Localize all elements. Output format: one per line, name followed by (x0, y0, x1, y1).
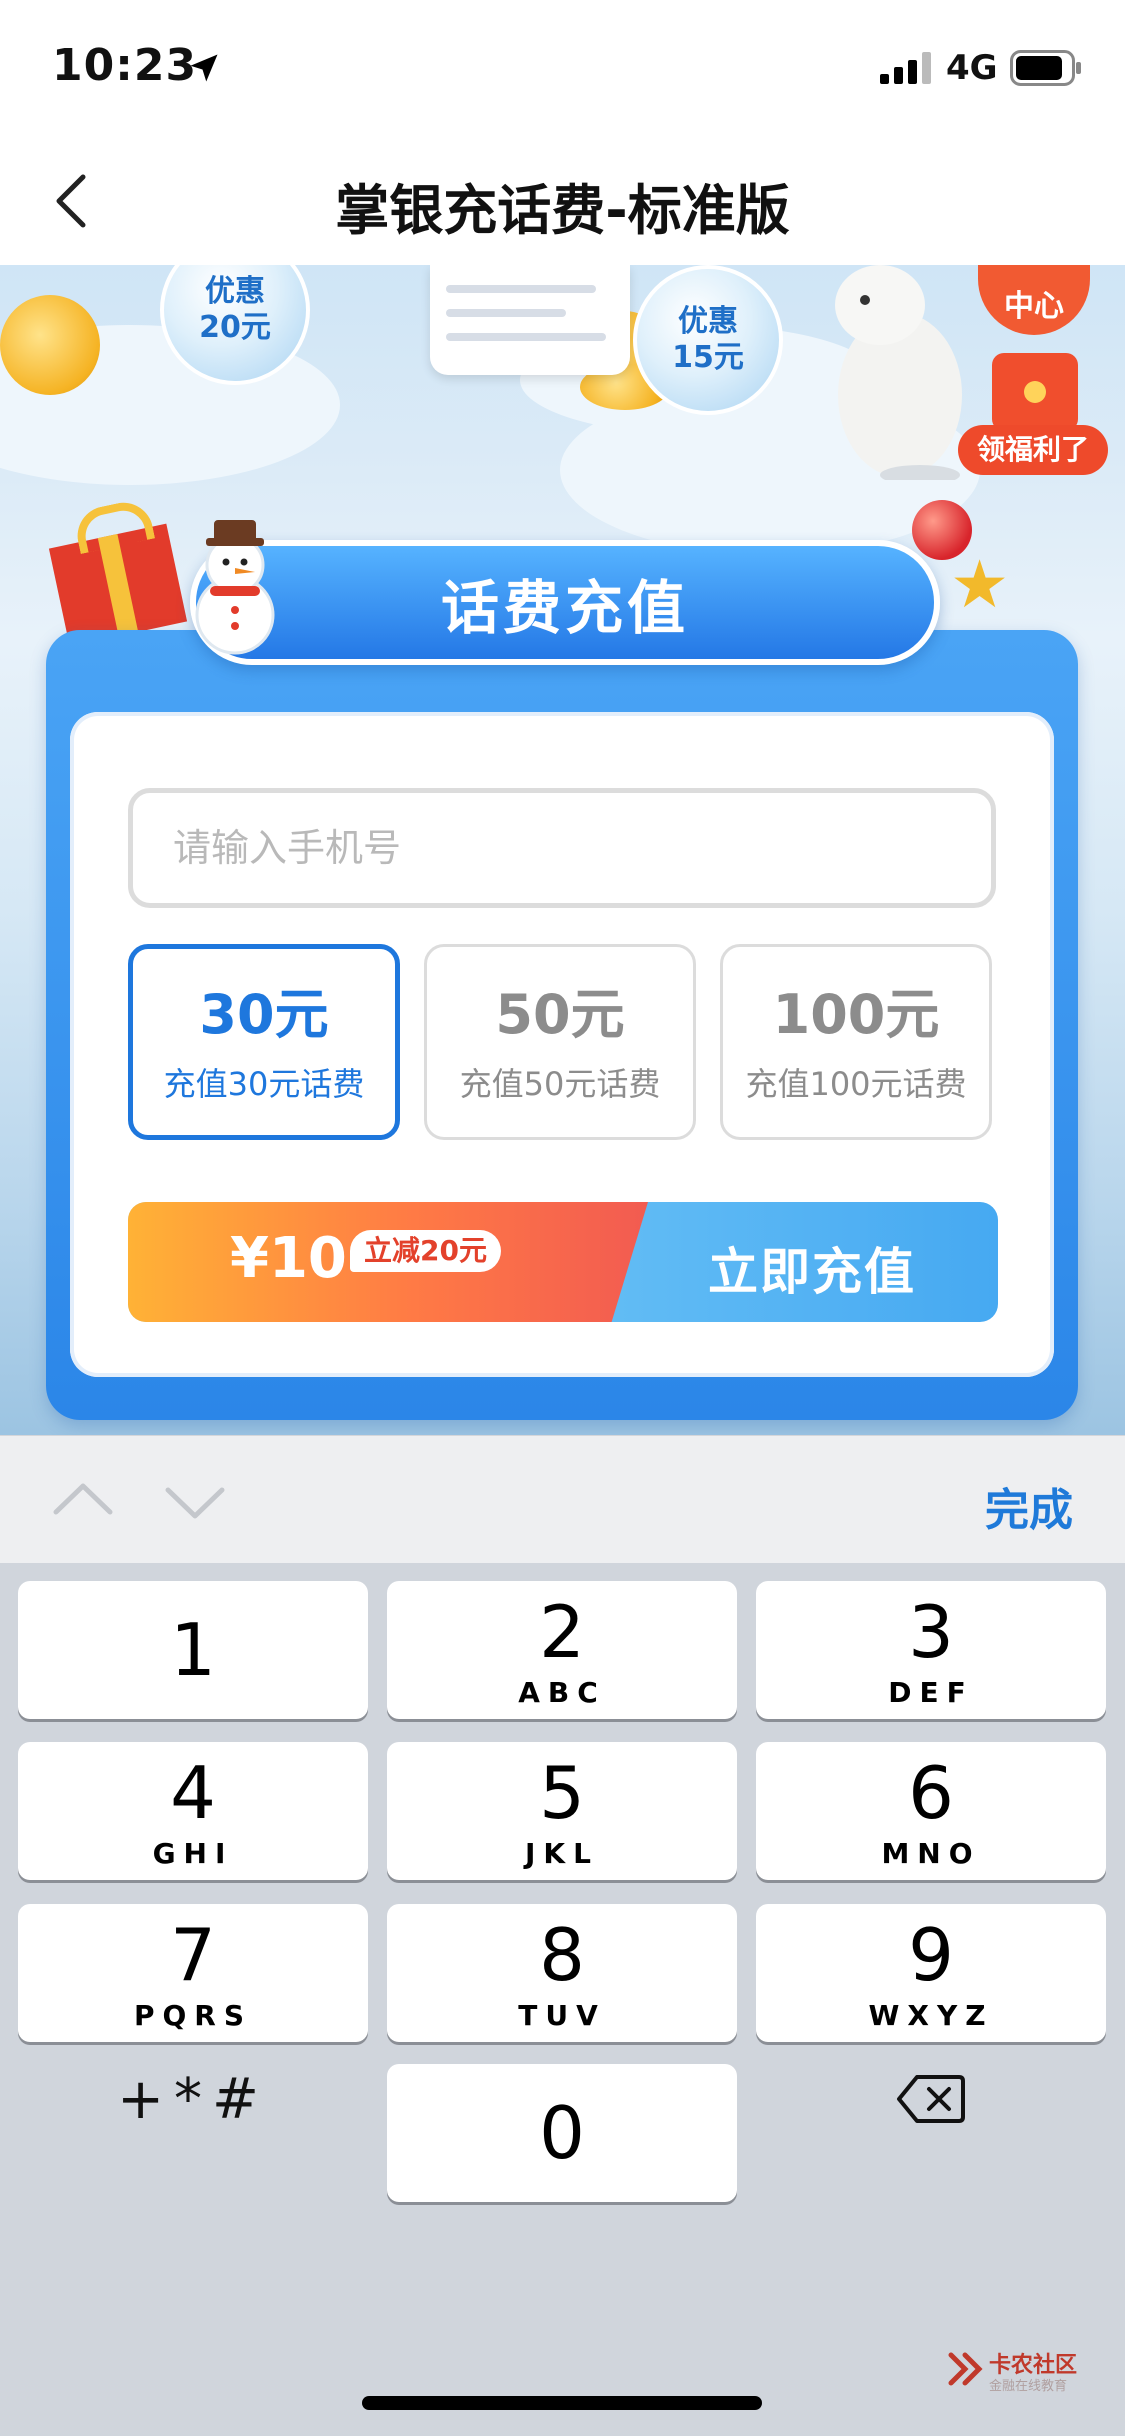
pay-price: ¥10 (230, 1226, 347, 1291)
option-amount: 30元 (199, 983, 329, 1046)
home-indicator (362, 2396, 762, 2410)
status-time: 10:23 (52, 40, 198, 91)
key-9[interactable]: 9 WXYZ (756, 1904, 1106, 2042)
battery-icon (1010, 50, 1081, 86)
recharge-button[interactable]: ¥10 立减20元 立即充值 (128, 1202, 998, 1322)
chevron-up-icon[interactable] (48, 1466, 118, 1536)
symbols-key[interactable]: +*# (18, 2030, 368, 2168)
coin-icon (0, 295, 100, 395)
option-100[interactable]: 100元 充值100元话费 (720, 944, 992, 1140)
key-0[interactable]: 0 (387, 2064, 737, 2202)
chevron-down-icon[interactable] (160, 1466, 230, 1536)
page-title: 掌银充话费-标准版 (335, 179, 790, 242)
option-amount: 50元 (495, 983, 625, 1046)
red-packet-icon[interactable] (992, 353, 1078, 431)
phone-mockup (430, 265, 630, 375)
backspace-icon (897, 2075, 965, 2123)
gift-box-icon (48, 523, 188, 647)
done-button[interactable]: 完成 (985, 1474, 1073, 1538)
key-8[interactable]: 8 TUV (387, 1904, 737, 2042)
center-badge[interactable]: 中心 (978, 265, 1090, 335)
keyboard-toolbar: 完成 (0, 1435, 1125, 1563)
navigation-bar: 掌银充话费-标准版 (0, 140, 1125, 265)
key-2[interactable]: 2 ABC (387, 1581, 737, 1719)
option-50[interactable]: 50元 充值50元话费 (424, 944, 696, 1140)
star-icon: ★ (950, 546, 1010, 623)
option-amount: 100元 (772, 983, 940, 1046)
key-4[interactable]: 4 GHI (18, 1742, 368, 1880)
option-desc: 充值100元话费 (745, 1065, 967, 1103)
polar-bear-mascot-icon (835, 265, 962, 480)
kanong-logo-icon (948, 2352, 983, 2386)
option-desc: 充值50元话费 (459, 1065, 661, 1103)
watermark: 卡农社区 金融在线教育 (945, 2345, 1105, 2397)
snowman-icon (195, 520, 275, 655)
key-3[interactable]: 3 DEF (756, 1581, 1106, 1719)
discount-bubble-15: 优惠 15元 (633, 265, 783, 415)
discount-badge: 立减20元 (350, 1230, 501, 1272)
phone-number-input[interactable] (128, 788, 996, 908)
option-desc: 充值30元话费 (163, 1065, 365, 1103)
option-30[interactable]: 30元 充值30元话费 (128, 944, 400, 1140)
delete-key[interactable] (756, 2030, 1106, 2168)
location-arrow-icon (190, 54, 218, 82)
recharge-button-label: 立即充值 (708, 1243, 916, 1301)
card-title-banner: 话费充值 (190, 540, 940, 665)
welfare-badge[interactable]: 领福利了 (958, 425, 1108, 475)
key-6[interactable]: 6 MNO (756, 1742, 1106, 1880)
key-5[interactable]: 5 JKL (387, 1742, 737, 1880)
network-label: 4G (946, 48, 998, 88)
card-title: 话费充值 (440, 573, 689, 642)
key-1[interactable]: 1 (18, 1581, 368, 1719)
key-7[interactable]: 7 PQRS (18, 1904, 368, 2042)
status-bar: 10:23 4G (0, 0, 1125, 140)
cellular-signal-icon (880, 52, 931, 84)
